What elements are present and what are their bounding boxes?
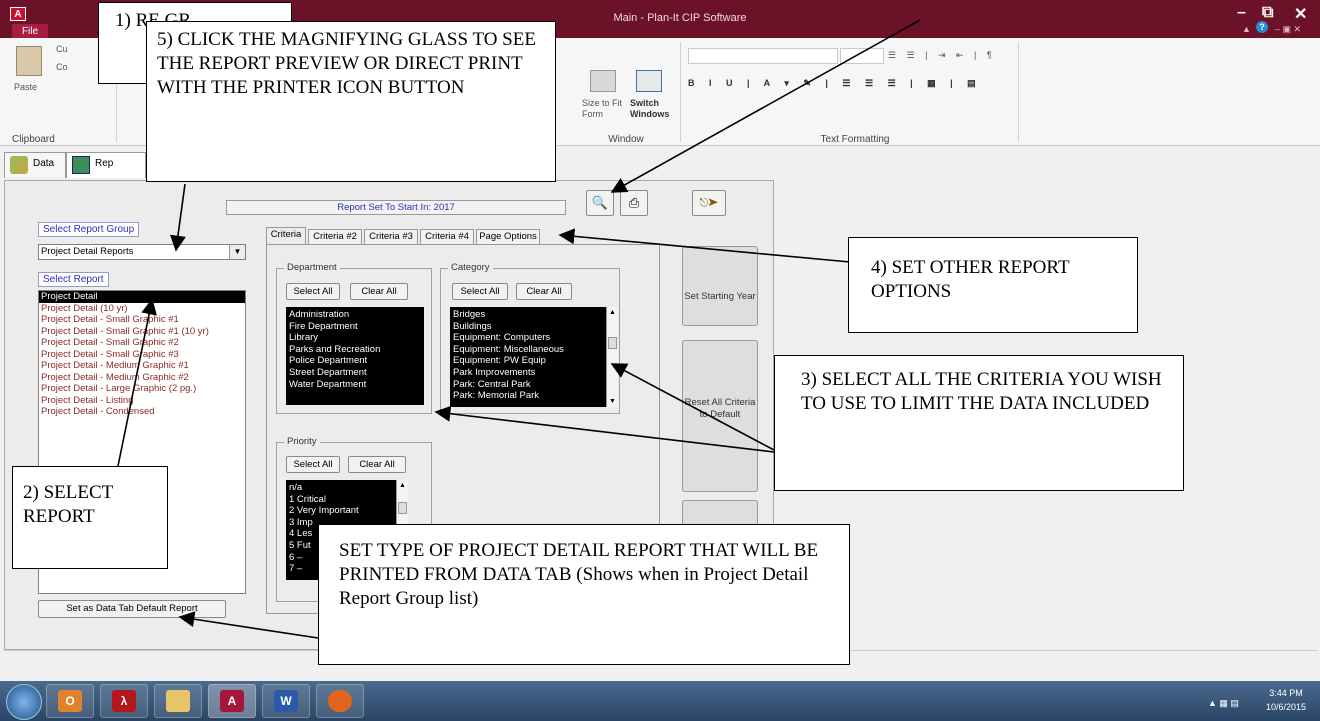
word-icon: W — [274, 690, 298, 712]
callout-3: 3) SELECT ALL THE CRITERIA YOU WISH TO U… — [774, 355, 1184, 491]
callout-5: 5) CLICK THE MAGNIFYING GLASS TO SEE THE… — [146, 21, 556, 182]
arrow-to-department — [434, 405, 775, 453]
firefox-icon — [328, 690, 352, 712]
tray-icons[interactable]: ▲ ▦ ▤ — [1208, 698, 1239, 709]
arrow-to-preview — [610, 19, 921, 193]
outlook-icon: O — [58, 690, 82, 712]
callout-2: 2) SELECT REPORT — [12, 466, 168, 569]
taskbar-outlook[interactable]: O — [46, 684, 94, 718]
taskbar-acrobat[interactable]: λ — [100, 684, 148, 718]
taskbar-firefox[interactable] — [316, 684, 364, 718]
callout-4: 4) SET OTHER REPORT OPTIONS — [848, 237, 1138, 333]
acrobat-icon: λ — [112, 690, 136, 712]
arrow-to-category — [610, 363, 775, 451]
callout-6: SET TYPE OF PROJECT DETAIL REPORT THAT W… — [318, 524, 850, 665]
taskbar-explorer[interactable] — [154, 684, 202, 718]
taskbar-word[interactable]: W — [262, 684, 310, 718]
start-button[interactable] — [6, 684, 42, 720]
arrow-to-default-button — [178, 611, 319, 639]
arrow-to-report-list — [117, 298, 157, 467]
folder-icon — [166, 690, 190, 712]
taskbar-access[interactable]: A — [208, 684, 256, 718]
arrow-to-page-options — [558, 228, 851, 263]
arrow-to-group-combo — [170, 183, 186, 252]
clock-time[interactable]: 3:44 PM — [1262, 688, 1310, 698]
access-icon: A — [220, 690, 244, 712]
clock-date[interactable]: 10/6/2015 — [1262, 702, 1310, 712]
